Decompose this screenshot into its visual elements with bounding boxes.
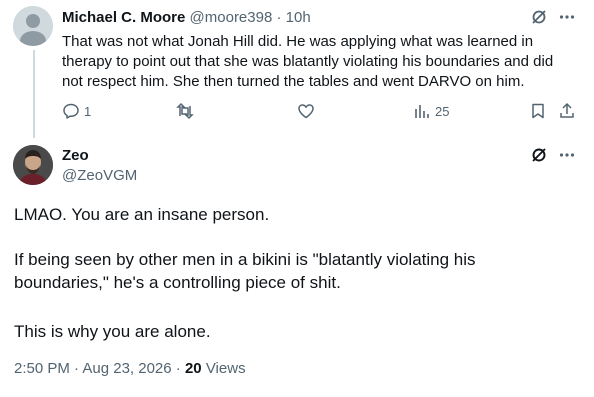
- bookmark-button[interactable]: [529, 102, 547, 120]
- views-count: 25: [435, 103, 450, 119]
- more-icon[interactable]: [558, 8, 576, 26]
- tweet-paragraph: If being seen by other men in a bikini i…: [14, 250, 476, 292]
- tweet-author-handle[interactable]: @ZeoVGM: [62, 167, 137, 184]
- more-icon[interactable]: [558, 146, 576, 164]
- share-icon: [558, 102, 576, 120]
- grok-icon[interactable]: [530, 146, 548, 164]
- share-button[interactable]: [558, 102, 576, 120]
- reply-icon: [62, 102, 80, 120]
- like-icon: [297, 102, 315, 120]
- tweet-timestamp[interactable]: 2:50 PM · Aug 23, 2026: [14, 360, 172, 377]
- reply-action-bar: 1 25: [62, 102, 582, 122]
- reply-author-handle[interactable]: @moore398: [190, 9, 273, 26]
- dot-separator: ·: [276, 9, 282, 26]
- tweet-meta: 2:50 PM · Aug 23, 2026 · 20 Views: [14, 360, 246, 377]
- views-button[interactable]: 25: [413, 102, 449, 120]
- tweet-paragraph: LMAO. You are an insane person.: [14, 205, 270, 224]
- dot-separator: ·: [175, 360, 181, 377]
- tweet-views-label: Views: [205, 360, 246, 377]
- reply-top-actions: [530, 8, 576, 26]
- reply-header: Michael C. Moore @moore398 · 10h: [62, 9, 311, 26]
- reply-time[interactable]: 10h: [286, 9, 311, 26]
- tweet-top-actions: [530, 146, 576, 164]
- thread-line: [33, 50, 35, 138]
- views-icon: [413, 102, 431, 120]
- tweet-views-count: 20: [184, 360, 202, 377]
- profile-photo-icon: [13, 145, 53, 185]
- retweet-button[interactable]: [176, 102, 198, 120]
- reply-text: That was not what Jonah Hill did. He was…: [62, 33, 554, 90]
- retweet-icon: [176, 102, 194, 120]
- reply-count: 1: [84, 103, 92, 119]
- tweet-author-name[interactable]: Zeo: [62, 147, 89, 164]
- default-avatar-icon: [13, 6, 53, 46]
- reply-author-name[interactable]: Michael C. Moore: [62, 9, 185, 26]
- reply-button[interactable]: 1: [62, 102, 91, 120]
- tweet-paragraph: This is why you are alone.: [14, 322, 211, 341]
- grok-icon[interactable]: [530, 8, 548, 26]
- avatar-default[interactable]: [13, 6, 53, 46]
- like-button[interactable]: [297, 102, 319, 120]
- avatar-zeo[interactable]: [13, 145, 53, 185]
- bookmark-icon: [529, 102, 547, 120]
